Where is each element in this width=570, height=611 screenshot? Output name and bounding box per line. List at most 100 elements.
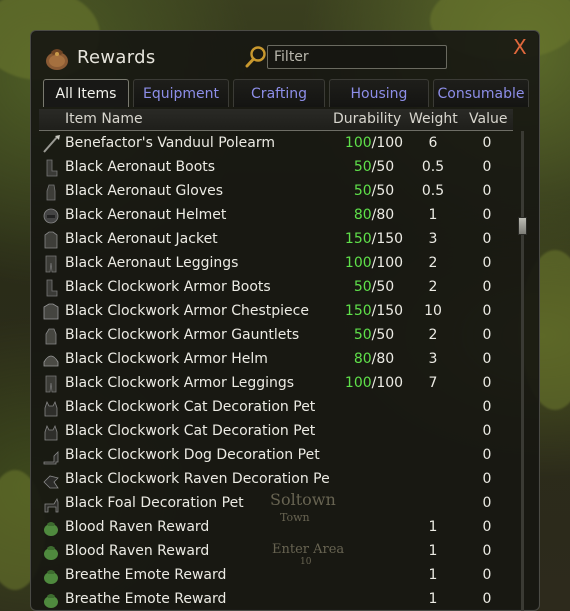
item-name: Black Clockwork Cat Decoration Pet xyxy=(65,399,316,415)
item-weight: 1 xyxy=(428,543,438,559)
item-name: Black Aeronaut Jacket xyxy=(65,231,218,247)
durability-max: /50 xyxy=(371,183,395,199)
list-item[interactable]: Black Clockwork Armor Chestpiece 150/150 1… xyxy=(39,300,513,324)
item-durability: 150/150 xyxy=(333,231,415,247)
item-name: Black Aeronaut Leggings xyxy=(65,255,239,271)
list-item[interactable]: Black Clockwork Armor Helm 80/80 3 0 xyxy=(39,348,513,372)
magnifier-icon xyxy=(245,46,266,68)
item-list: Benefactor's Vanduul Polearm 100/100 6 0 Bla… xyxy=(39,132,513,611)
column-item-name[interactable]: Item Name xyxy=(65,111,143,127)
town-name-label: Soltown xyxy=(270,490,336,509)
helm-icon xyxy=(43,355,59,367)
item-value: 0 xyxy=(482,159,492,175)
list-item[interactable]: Black Clockwork Dog Decoration Pet 0 xyxy=(39,444,513,468)
durability-current: 100 xyxy=(344,255,372,271)
item-value: 0 xyxy=(482,183,492,199)
item-value: 0 xyxy=(482,399,492,415)
list-item[interactable]: Black Clockwork Cat Decoration Pet 0 xyxy=(39,396,513,420)
durability-current: 50 xyxy=(353,327,372,343)
scroll-thumb[interactable] xyxy=(518,217,527,235)
durability-current: 80 xyxy=(353,351,372,367)
gauntlets-icon xyxy=(45,328,57,345)
durability-current: 50 xyxy=(353,279,372,295)
durability-max: /100 xyxy=(371,135,404,151)
item-weight: 7 xyxy=(428,375,438,391)
list-item[interactable]: Blood Raven Reward 1 0 xyxy=(39,516,513,540)
list-item[interactable]: Black Aeronaut Gloves 50/50 0.5 0 xyxy=(39,180,513,204)
item-durability: 100/100 xyxy=(333,375,415,391)
item-value: 0 xyxy=(482,543,492,559)
close-icon[interactable]: X xyxy=(513,37,527,57)
item-name: Black Clockwork Armor Chestpiece xyxy=(65,303,309,319)
polearm-icon xyxy=(43,135,60,153)
durability-max: /50 xyxy=(371,279,395,295)
list-item[interactable]: Black Aeronaut Boots 50/50 0.5 0 xyxy=(39,156,513,180)
raven-icon xyxy=(43,475,59,489)
cat-icon xyxy=(44,400,58,417)
title-bar[interactable]: Rewards X xyxy=(31,31,539,77)
item-weight: 2 xyxy=(428,327,438,343)
helmet-icon xyxy=(43,208,59,224)
list-item[interactable]: Black Aeronaut Helmet 80/80 1 0 xyxy=(39,204,513,228)
column-weight[interactable]: Weight xyxy=(409,111,458,127)
list-item[interactable]: Black Clockwork Armor Leggings 100/100 7 0 xyxy=(39,372,513,396)
tab-all-items[interactable]: All Items xyxy=(43,79,129,107)
item-name: Black Clockwork Armor Helm xyxy=(65,351,268,367)
loot-bag-icon xyxy=(46,49,68,70)
list-item[interactable]: Black Aeronaut Leggings 100/100 2 0 xyxy=(39,252,513,276)
enter-area-label: Enter Area xyxy=(272,542,345,557)
column-durability[interactable]: Durability xyxy=(333,111,401,127)
item-name: Black Aeronaut Boots xyxy=(65,159,216,175)
durability-max: /80 xyxy=(371,351,395,367)
item-value: 0 xyxy=(482,591,492,607)
item-name: Black Clockwork Cat Decoration Pet xyxy=(65,423,316,439)
reward-bag-icon xyxy=(44,522,58,536)
tab-bar: All Items Equipment Crafting Housing Con… xyxy=(43,79,531,107)
item-name: Black Clockwork Armor Leggings xyxy=(65,375,295,391)
item-name: Breathe Emote Reward xyxy=(65,591,227,607)
item-value: 0 xyxy=(482,447,492,463)
item-value: 0 xyxy=(482,519,492,535)
item-weight: 1 xyxy=(428,519,438,535)
item-weight: 2 xyxy=(428,255,438,271)
item-name: Black Clockwork Armor Boots xyxy=(65,279,271,295)
list-item[interactable]: Breathe Emote Reward 1 0 xyxy=(39,588,513,611)
item-name: Benefactor's Vanduul Polearm xyxy=(65,135,275,151)
column-header: Item Name Durability Weight Value xyxy=(39,109,513,131)
enter-area-sub: 10 xyxy=(300,557,312,567)
tab-equipment[interactable]: Equipment xyxy=(133,79,229,107)
list-item[interactable]: Black Clockwork Raven Decoration Pe 0 xyxy=(39,468,513,492)
item-weight: 1 xyxy=(428,207,438,223)
item-weight: 1 xyxy=(428,567,438,583)
filter-input[interactable] xyxy=(267,45,447,69)
list-item[interactable]: Black Clockwork Armor Gauntlets 50/50 2 0 xyxy=(39,324,513,348)
durability-max: /100 xyxy=(371,255,404,271)
tab-crafting[interactable]: Crafting xyxy=(233,79,325,107)
durability-current: 150 xyxy=(344,231,372,247)
list-item[interactable]: Benefactor's Vanduul Polearm 100/100 6 0 xyxy=(39,132,513,156)
list-item[interactable]: Black Aeronaut Jacket 150/150 3 0 xyxy=(39,228,513,252)
item-weight: 0.5 xyxy=(421,183,445,199)
item-name: Breathe Emote Reward xyxy=(65,567,227,583)
item-durability: 50/50 xyxy=(333,183,415,199)
durability-current: 100 xyxy=(344,135,372,151)
item-name: Black Aeronaut Helmet xyxy=(65,207,227,223)
item-value: 0 xyxy=(482,231,492,247)
list-item[interactable]: Black Clockwork Cat Decoration Pet 0 xyxy=(39,420,513,444)
list-item[interactable]: Breathe Emote Reward 1 0 xyxy=(39,564,513,588)
item-durability: 150/150 xyxy=(333,303,415,319)
item-weight: 10 xyxy=(424,303,442,319)
item-durability: 100/100 xyxy=(333,135,415,151)
window-title: Rewards xyxy=(77,47,156,68)
scroll-track[interactable] xyxy=(521,131,524,611)
item-value: 0 xyxy=(482,495,492,511)
tab-housing[interactable]: Housing xyxy=(329,79,429,107)
column-value[interactable]: Value xyxy=(469,111,507,127)
item-name: Black Clockwork Raven Decoration Pe xyxy=(65,471,330,487)
tab-consumable[interactable]: Consumable xyxy=(433,79,529,107)
scrollbar[interactable] xyxy=(517,131,529,611)
item-name: Black Clockwork Armor Gauntlets xyxy=(65,327,300,343)
list-item[interactable]: Black Clockwork Armor Boots 50/50 2 0 xyxy=(39,276,513,300)
item-weight: 1 xyxy=(428,591,438,607)
boots-icon xyxy=(46,279,58,297)
